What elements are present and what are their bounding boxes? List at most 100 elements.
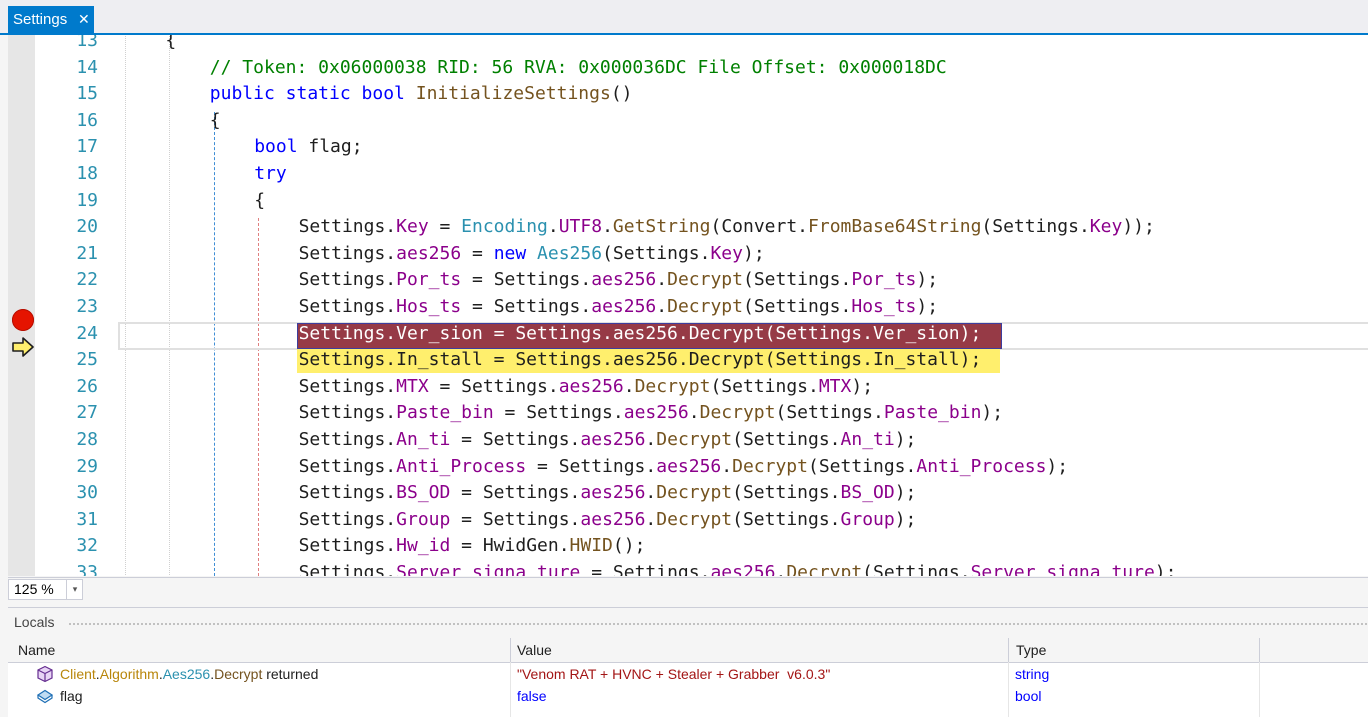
local-name[interactable]: Client.Algorithm.Aes256.Decrypt returned [60,663,318,685]
code-token: . [385,508,397,530]
local-name-part: Decrypt [214,666,263,682]
code-token: Settings.Ver_sion = Settings.aes256.Decr… [298,322,982,344]
chevron-down-icon[interactable]: ▾ [66,580,83,599]
local-value[interactable]: "Venom RAT + HVNC + Stealer + Grabber v6… [517,663,830,685]
code-line[interactable]: Settings.Paste_bin = Settings.aes256.Dec… [299,400,1004,426]
tab-settings[interactable]: Settings ✕ [8,6,94,33]
code-token: . [385,216,397,238]
code-token: . [569,482,581,504]
code-token: aes256 [558,375,624,397]
code-token: Settings [482,482,570,504]
code-token: ( [710,375,722,397]
code-line[interactable]: Settings.BS_OD = Settings.aes256.Decrypt… [299,480,917,506]
code-token: Server_signa_ture [396,562,581,576]
code-line[interactable]: Settings.Anti_Process = Settings.aes256.… [299,454,1069,480]
code-token: . [385,482,397,504]
line-number: 27 [76,402,98,424]
local-name-part: flag [60,688,83,704]
code-token: . [645,429,657,450]
method-return-icon [37,665,53,683]
code-token: Decrypt [656,429,733,450]
code-token: . [385,455,397,477]
code-token: ( [775,402,787,424]
code-token: . [580,296,592,317]
code-token: FromBase64String [808,216,982,238]
code-line[interactable]: { [210,108,221,134]
code-line[interactable]: Settings.Server_signa_ture = Settings.ae… [299,560,1177,576]
code-token: Settings [612,562,700,576]
code-line[interactable]: Settings.aes256 = new Aes256(Settings.Ke… [299,241,765,267]
column-header-name[interactable]: Name [8,638,510,663]
locals-window: Locals Name Value Type Client.Algorithm.… [8,607,1368,717]
code-token: Settings [818,455,906,477]
code-line[interactable]: Settings.An_ti = Settings.aes256.Decrypt… [299,427,917,453]
code-line[interactable]: Settings.In_stall = Settings.aes256.Decr… [299,347,982,373]
code-token: { [254,189,266,211]
code-token: = [461,269,494,291]
code-line[interactable]: Settings.MTX = Settings.aes256.Decrypt(S… [299,374,873,400]
code-token: . [385,562,397,576]
close-tab-icon[interactable]: ✕ [78,6,90,33]
line-number: 16 [76,109,98,131]
code-token: aes256 [591,296,657,317]
line-number: 21 [76,242,98,264]
code-token: Settings [298,455,386,477]
code-token: ( [981,216,993,238]
code-token: Convert [721,216,798,238]
code-token: . [688,402,700,424]
code-token: . [547,375,559,397]
code-token: . [602,216,613,238]
column-header-type[interactable]: Type [1008,638,1259,663]
code-line[interactable]: // Token: 0x06000038 RID: 56 RVA: 0x0000… [210,55,947,81]
code-token: ); [894,482,917,504]
code-token: // Token: 0x06000038 RID: 56 RVA: 0x0000… [209,56,947,78]
code-token: try [254,163,287,184]
code-line[interactable]: public static bool InitializeSettings() [210,81,633,107]
column-header-value[interactable]: Value [510,638,1009,663]
code-line[interactable]: Settings.Key = Encoding.UTF8.GetString(C… [299,214,1155,240]
code-token: MTX [396,375,429,397]
code-token: An_ti [840,429,895,450]
code-editor[interactable]: 13 {14 // Token: 0x06000038 RID: 56 RVA: 0… [8,35,1368,576]
code-token: Settings [298,269,386,291]
code-line[interactable]: Settings.Group = Settings.aes256.Decrypt… [299,507,917,533]
code-token: InitializeSettings [415,83,611,105]
code-line[interactable]: { [165,35,176,54]
code-token: . [829,429,841,450]
local-name[interactable]: flag [60,685,83,707]
code-token: bool [254,136,298,158]
code-line[interactable]: Settings.Hos_ts = Settings.aes256.Decryp… [299,294,938,320]
code-line[interactable]: Settings.Ver_sion = Settings.aes256.Decr… [299,321,982,347]
line-number: 15 [76,83,98,105]
code-line[interactable]: bool flag; [254,134,362,160]
glyph-margin[interactable] [8,35,35,576]
code-token: aes256 [580,429,646,450]
window-drag-grip[interactable] [68,622,1368,627]
code-token: Settings [493,296,581,317]
code-token: () [610,83,633,105]
code-token: Settings [482,429,570,450]
code-token: . [385,242,397,264]
code-token: . [699,562,711,576]
current-statement-arrow-icon [12,337,34,357]
code-token: = [461,242,494,264]
code-token: ( [742,296,754,317]
code-token: Settings [753,296,841,317]
code-line[interactable]: Settings.Por_ts = Settings.aes256.Decryp… [299,267,938,293]
zoom-level-dropdown[interactable]: 125 % ▾ [8,579,83,600]
code-token: Settings [298,296,386,317]
local-value[interactable]: false [517,685,547,707]
code-token: Decrypt [786,562,863,576]
code-token: Settings [786,402,874,424]
line-number: 31 [76,508,98,530]
code-line[interactable]: { [254,188,265,214]
code-token: . [385,535,397,557]
breakpoint-icon[interactable] [12,309,34,331]
line-number: 13 [76,35,98,51]
code-line[interactable]: try [254,161,287,187]
code-line[interactable]: Settings.Hw_id = HwidGen.HWID(); [299,533,646,559]
code-token: . [1078,216,1090,238]
